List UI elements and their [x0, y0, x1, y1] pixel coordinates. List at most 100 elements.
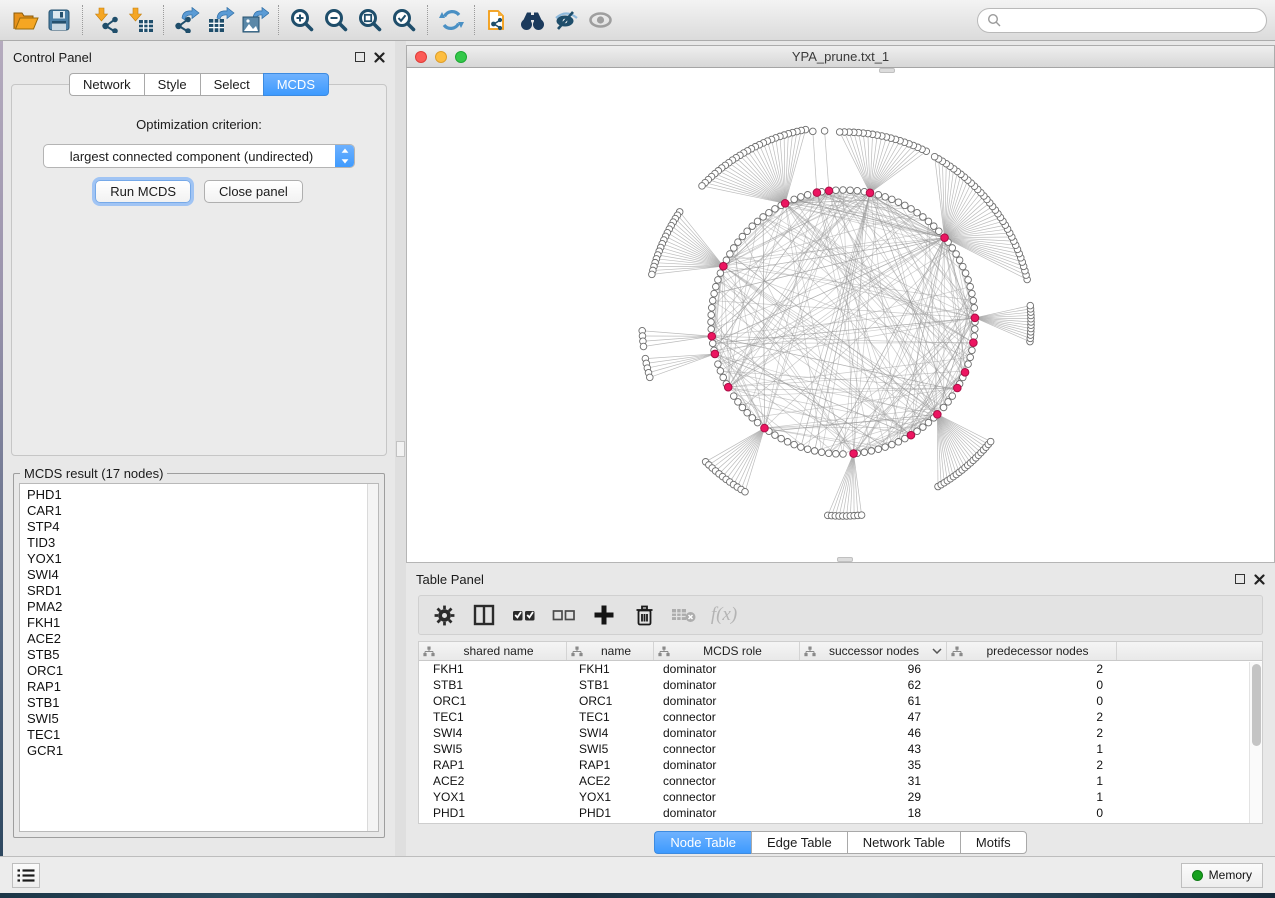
table-cell: STB1 [419, 677, 567, 693]
zoom-out-button[interactable] [319, 4, 353, 36]
table-cell: 2 [947, 757, 1117, 773]
table-cell: PHD1 [567, 805, 654, 821]
result-node-item: TID3 [27, 535, 367, 551]
table-settings-gear-icon[interactable] [431, 602, 457, 628]
memory-label: Memory [1209, 868, 1252, 882]
column-type-icon [804, 646, 816, 657]
table-header-row: shared namenameMCDS rolesuccessor nodesp… [419, 642, 1262, 661]
result-node-item: SWI4 [27, 567, 367, 583]
add-column-icon[interactable] [591, 602, 617, 628]
table-scrollbar-thumb[interactable] [1252, 664, 1261, 746]
table-row[interactable]: SWI5SWI5connector431 [419, 741, 1262, 757]
table-row[interactable]: ORC1ORC1dominator610 [419, 693, 1262, 709]
delete-column-icon[interactable] [631, 602, 657, 628]
table-cell: ORC1 [419, 693, 567, 709]
run-mcds-button[interactable]: Run MCDS [95, 180, 191, 203]
toolbar-separator [163, 5, 164, 35]
table-cell: STB1 [567, 677, 654, 693]
optimization-criterion-select[interactable]: largest connected component (undirected) [43, 144, 355, 168]
task-history-button[interactable] [12, 863, 40, 888]
table-row[interactable]: RAP1RAP1dominator352 [419, 757, 1262, 773]
table-row[interactable]: TEC1TEC1connector472 [419, 709, 1262, 725]
tab-edge-table[interactable]: Edge Table [751, 831, 847, 854]
zoom-in-button[interactable] [285, 4, 319, 36]
column-header-predecessor-nodes[interactable]: predecessor nodes [947, 642, 1117, 660]
main-toolbar [0, 0, 1275, 41]
tab-node-table[interactable]: Node Table [654, 831, 751, 854]
result-node-item: FKH1 [27, 615, 367, 631]
import-network-button[interactable] [89, 4, 123, 36]
tab-network[interactable]: Network [69, 73, 144, 96]
open-file-button[interactable] [8, 4, 42, 36]
table-cell: 96 [800, 661, 947, 677]
tab-select[interactable]: Select [200, 73, 263, 96]
tab-network-table[interactable]: Network Table [847, 831, 960, 854]
memory-status-icon [1192, 870, 1203, 881]
result-list-scrollbar[interactable] [367, 484, 378, 831]
memory-button[interactable]: Memory [1181, 863, 1263, 888]
panel-splitter[interactable] [395, 41, 406, 856]
table-cell: 61 [800, 693, 947, 709]
table-cell: RAP1 [419, 757, 567, 773]
table-row[interactable]: STB1STB1dominator620 [419, 677, 1262, 693]
save-session-button[interactable] [42, 4, 76, 36]
network-canvas[interactable] [406, 68, 1275, 563]
tab-mcds[interactable]: MCDS [263, 73, 329, 96]
splitter-grip[interactable] [396, 441, 405, 457]
show-graphics-details-button[interactable] [583, 4, 617, 36]
import-table-button[interactable] [123, 4, 157, 36]
search-field[interactable] [977, 8, 1267, 33]
function-builder-icon-disabled: f(x) [711, 602, 737, 628]
export-network-button[interactable] [170, 4, 204, 36]
search-binoculars-button[interactable] [515, 4, 549, 36]
float-panel-icon[interactable] [355, 52, 365, 62]
toolbar-separator [427, 5, 428, 35]
column-header-shared-name[interactable]: shared name [419, 642, 567, 660]
close-table-panel-icon[interactable] [1254, 574, 1265, 585]
refresh-button[interactable] [434, 4, 468, 36]
select-all-rows-icon[interactable] [511, 602, 537, 628]
canvas-bottom-grip[interactable] [837, 557, 853, 562]
zoom-selected-button[interactable] [387, 4, 421, 36]
close-panel-icon[interactable] [374, 52, 385, 63]
table-row[interactable]: ACE2ACE2connector311 [419, 773, 1262, 789]
export-image-button[interactable] [238, 4, 272, 36]
network-graph-svg[interactable] [407, 68, 1274, 561]
column-header-MCDS-role[interactable]: MCDS role [654, 642, 800, 660]
column-header-name[interactable]: name [567, 642, 654, 660]
table-scrollbar[interactable] [1249, 662, 1262, 823]
float-table-panel-icon[interactable] [1235, 574, 1245, 584]
result-node-item: RAP1 [27, 679, 367, 695]
zoom-fit-button[interactable] [353, 4, 387, 36]
export-table-button[interactable] [204, 4, 238, 36]
mcds-result-list: PHD1CAR1STP4TID3YOX1SWI4SRD1PMA2FKH1ACE2… [20, 484, 367, 831]
column-type-icon [951, 646, 963, 657]
table-cell: YOX1 [567, 789, 654, 805]
column-header-successor-nodes[interactable]: successor nodes [800, 642, 947, 660]
table-cell: 0 [947, 677, 1117, 693]
table-cell: SWI4 [567, 725, 654, 741]
network-window-titlebar[interactable]: YPA_prune.txt_1 [406, 45, 1275, 68]
tab-motifs[interactable]: Motifs [960, 831, 1027, 854]
close-panel-button[interactable]: Close panel [204, 180, 303, 203]
search-input[interactable] [1007, 13, 1257, 27]
result-node-item: STP4 [27, 519, 367, 535]
table-row[interactable]: FKH1FKH1dominator962 [419, 661, 1262, 677]
table-row[interactable]: YOX1YOX1connector291 [419, 789, 1262, 805]
tab-style[interactable]: Style [144, 73, 200, 96]
import-table-icon [127, 7, 154, 33]
column-type-icon [571, 646, 583, 657]
zoom-out-icon [324, 8, 348, 32]
table-row[interactable]: PHD1PHD1dominator180 [419, 805, 1262, 821]
share-document-button[interactable] [481, 4, 515, 36]
deselect-all-rows-icon[interactable] [551, 602, 577, 628]
table-cell: dominator [654, 661, 800, 677]
table-cell: 46 [800, 725, 947, 741]
table-cell: 2 [947, 725, 1117, 741]
optimization-selected-value: largest connected component (undirected) [44, 149, 335, 164]
canvas-top-grip[interactable] [879, 68, 895, 73]
show-columns-icon[interactable] [471, 602, 497, 628]
optimization-criterion-label: Optimization criterion: [12, 117, 386, 132]
hide-details-button[interactable] [549, 4, 583, 36]
table-row[interactable]: SWI4SWI4dominator462 [419, 725, 1262, 741]
